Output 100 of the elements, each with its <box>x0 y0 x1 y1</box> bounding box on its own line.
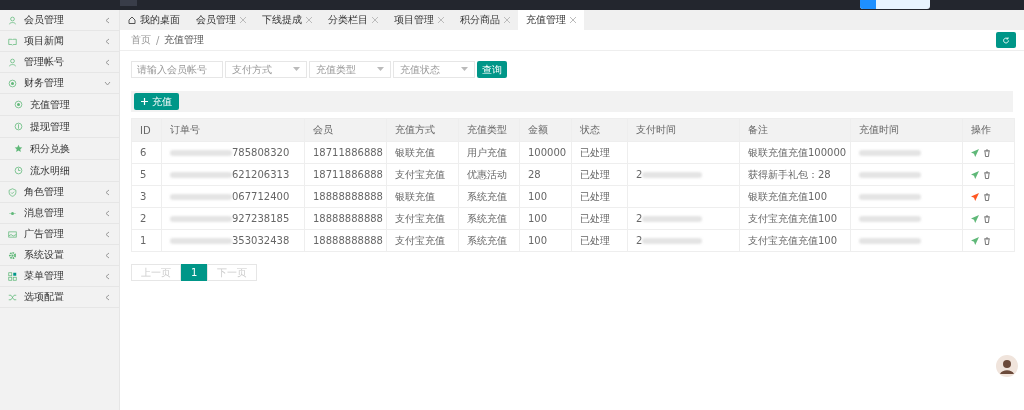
table-cell: 100 <box>519 229 572 252</box>
caret-icon <box>293 67 300 72</box>
sidebar-item[interactable]: 角色管理 <box>0 182 119 203</box>
blurred-text <box>642 215 703 222</box>
shuffle-icon <box>8 292 17 302</box>
table-cell: 100 <box>519 207 572 230</box>
user-icon <box>8 57 17 67</box>
table-cell: 已处理 <box>571 207 628 230</box>
sidebar-item[interactable]: 消息管理 <box>0 203 119 224</box>
star-icon <box>14 144 23 153</box>
column-header: 会员 <box>304 118 387 142</box>
trash-icon[interactable] <box>983 214 991 223</box>
sidebar-subitem[interactable]: 提现管理 <box>0 116 119 138</box>
tab[interactable]: 分类栏目 <box>320 10 386 30</box>
blurred-text <box>642 171 703 178</box>
trash-icon[interactable] <box>983 170 991 179</box>
column-header: 充值类型 <box>458 118 520 142</box>
table-cell: 支付宝充值 <box>386 229 459 252</box>
search-field[interactable]: 请输入会员帐号 <box>131 61 223 78</box>
send-icon[interactable] <box>971 148 979 157</box>
close-icon[interactable] <box>240 17 246 23</box>
chevron-icon <box>104 188 111 196</box>
tab[interactable]: 项目管理 <box>386 10 452 30</box>
sidebar-subitem[interactable]: 流水明细 <box>0 160 119 182</box>
chevron-icon <box>104 16 111 24</box>
query-button[interactable]: 查询 <box>477 61 507 78</box>
table-cell: 系统充值 <box>458 185 520 208</box>
grid-icon <box>8 271 17 281</box>
add-button[interactable]: 充值 <box>134 93 179 110</box>
column-header: 支付时间 <box>627 118 740 142</box>
table-cell: 18888888888 <box>304 229 387 252</box>
refresh-button[interactable] <box>996 32 1016 48</box>
trash-icon[interactable] <box>983 236 991 245</box>
send-icon[interactable] <box>971 192 979 201</box>
table-cell: 785808320 <box>232 147 290 158</box>
column-header: 状态 <box>571 118 628 142</box>
close-icon[interactable] <box>306 17 312 23</box>
column-header: 操作 <box>962 118 1015 142</box>
banner-drawing <box>860 0 930 9</box>
blurred-text <box>170 193 232 200</box>
table-cell: 067712400 <box>232 191 290 202</box>
sidebar-subitem[interactable]: 积分兑换 <box>0 138 119 160</box>
user-icon <box>8 15 17 25</box>
blurred-text <box>859 172 921 178</box>
blurred-text <box>170 171 232 178</box>
send-icon[interactable] <box>971 236 979 245</box>
table-cell: 927238185 <box>232 213 290 224</box>
table-cell: 2 <box>636 213 643 224</box>
tab[interactable]: 积分商品 <box>452 10 518 30</box>
caret-icon <box>377 67 384 72</box>
image-icon <box>8 229 17 239</box>
table-cell: 1 <box>131 229 162 252</box>
table-cell: 621206313 <box>232 169 290 180</box>
table-cell: 353032438 <box>232 235 290 246</box>
tab[interactable]: 会员管理 <box>188 10 254 30</box>
send-icon[interactable] <box>971 170 979 179</box>
chevron-icon <box>104 79 111 87</box>
home-icon <box>128 16 136 24</box>
table-cell: 支付宝充值 <box>386 163 459 186</box>
column-header: 金额 <box>519 118 572 142</box>
close-icon[interactable] <box>504 17 510 23</box>
trash-icon[interactable] <box>983 148 991 157</box>
tab[interactable]: 我的桌面 <box>120 10 188 30</box>
refresh-icon <box>1002 35 1010 45</box>
sidebar-item[interactable]: 菜单管理 <box>0 266 119 287</box>
table-cell: 100 <box>519 185 572 208</box>
target-icon <box>14 100 23 109</box>
table-cell: 支付宝充值充值100 <box>739 207 851 230</box>
table-cell: 18888888888 <box>304 207 387 230</box>
shield-icon <box>8 187 17 197</box>
table-cell: 系统充值 <box>458 207 520 230</box>
table-cell: 已处理 <box>571 163 628 186</box>
send-icon[interactable] <box>971 214 979 223</box>
sidebar-item[interactable]: 项目新闻 <box>0 31 119 52</box>
sidebar-subitem[interactable]: 充值管理 <box>0 94 119 116</box>
table-cell: 2 <box>636 235 643 246</box>
close-icon[interactable] <box>570 17 576 23</box>
tab[interactable]: 下线提成 <box>254 10 320 30</box>
trash-icon[interactable] <box>983 192 991 201</box>
sidebar-item[interactable]: 管理帐号 <box>0 52 119 73</box>
table-cell: 系统充值 <box>458 229 520 252</box>
table-cell: 100000 <box>519 141 572 164</box>
sidebar-item[interactable]: 选项配置 <box>0 287 119 308</box>
sidebar-item[interactable]: 财务管理 <box>0 73 119 94</box>
close-icon[interactable] <box>372 17 378 23</box>
sidebar-item[interactable]: 系统设置 <box>0 245 119 266</box>
blurred-text <box>859 216 921 222</box>
table-cell: 5 <box>131 163 162 186</box>
table-cell: 支付宝充值充值100 <box>739 229 851 252</box>
gear-icon <box>8 250 17 260</box>
sidebar-item[interactable]: 会员管理 <box>0 10 119 31</box>
tab[interactable]: 充值管理 <box>518 10 584 30</box>
close-icon[interactable] <box>438 17 444 23</box>
table-cell: 支付宝充值 <box>386 207 459 230</box>
avatar-icon[interactable] <box>996 355 1018 377</box>
blurred-text <box>859 238 921 244</box>
page-button[interactable]: 1 <box>181 264 208 281</box>
table-cell: 优惠活动 <box>458 163 520 186</box>
plus-icon <box>141 98 148 105</box>
sidebar-item[interactable]: 广告管理 <box>0 224 119 245</box>
